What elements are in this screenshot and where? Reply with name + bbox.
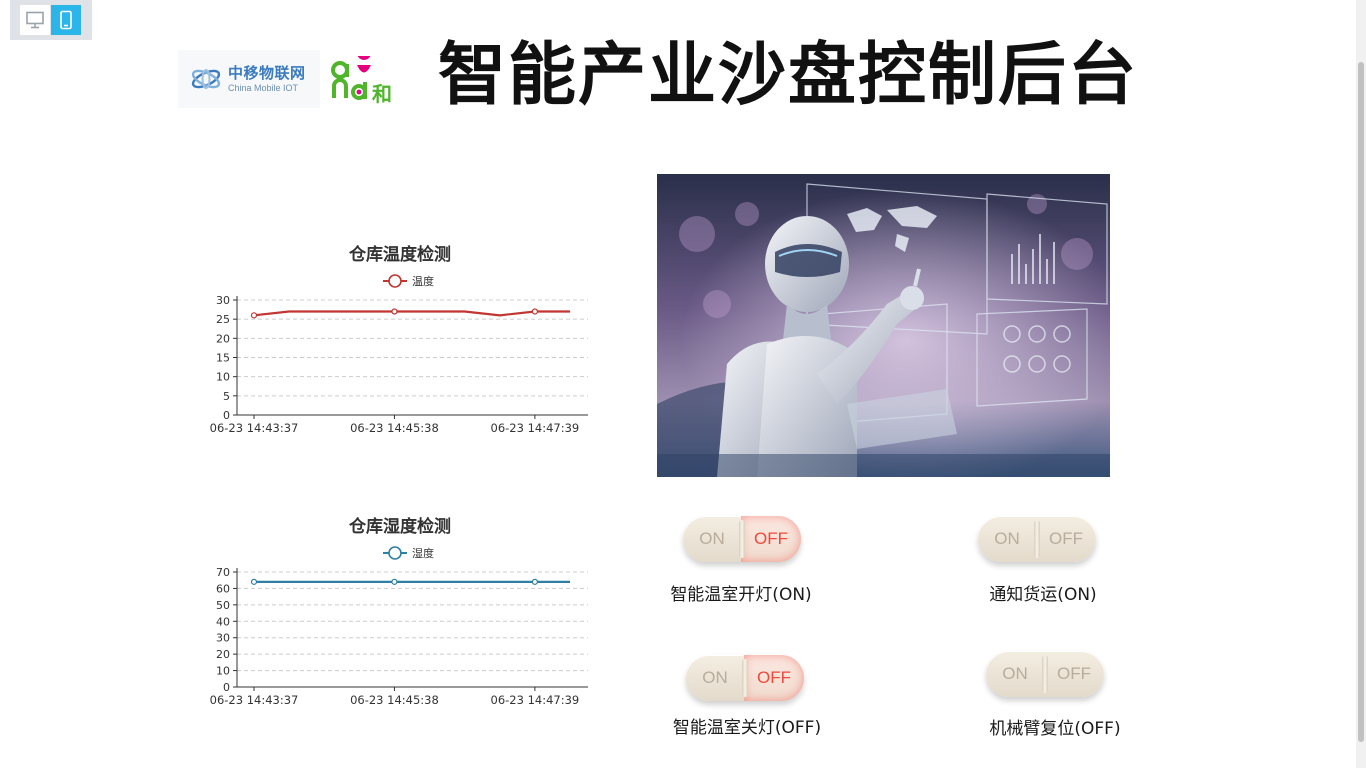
and-he-logo: 和 <box>330 56 408 106</box>
legend-marker <box>388 274 402 288</box>
switch-on-segment[interactable]: ON <box>683 516 741 562</box>
dashboard-page: 中移物联网 China Mobile IOT 和 智能产业沙盘控制后台 仓库温度… <box>0 0 1366 768</box>
y-tick-label: 10 <box>216 665 230 678</box>
switch-on-segment[interactable]: ON <box>986 651 1044 697</box>
monitor-icon <box>26 11 44 29</box>
y-tick-label: 70 <box>216 566 230 579</box>
x-tick-label: 06-23 14:43:37 <box>210 421 299 435</box>
cmiot-swirl-icon <box>191 69 221 89</box>
china-mobile-iot-logo: 中移物联网 China Mobile IOT <box>178 50 320 108</box>
y-tick-label: 20 <box>216 332 230 345</box>
notify-freight-label: 通知货运(ON) <box>989 585 1097 605</box>
x-tick-label: 06-23 14:47:39 <box>491 421 580 435</box>
data-point <box>531 308 538 315</box>
x-tick-label: 06-23 14:47:39 <box>491 693 580 707</box>
y-tick-label: 5 <box>223 390 230 403</box>
switch-off-segment[interactable]: OFF <box>744 655 804 701</box>
chart-title: 仓库温度检测 <box>348 244 451 265</box>
device-view-toggle <box>10 0 92 40</box>
switch-on-segment[interactable]: ON <box>686 655 744 701</box>
humidity-chart: 仓库湿度检测 湿度 0 10 20 30 40 50 60 70 06-23 14:43:37 06-… <box>200 508 600 758</box>
y-tick-label: 40 <box>216 615 230 628</box>
data-point <box>391 308 398 315</box>
x-tick-label: 06-23 14:45:38 <box>350 693 439 707</box>
switch-off-segment[interactable]: OFF <box>1044 651 1104 697</box>
scrollbar-thumb[interactable] <box>1358 62 1364 742</box>
page-scrollbar[interactable] <box>1356 0 1366 768</box>
chart-title: 仓库湿度检测 <box>348 516 451 537</box>
legend-label: 温度 <box>412 274 434 288</box>
data-point <box>250 578 258 585</box>
mobile-view-button[interactable] <box>51 5 81 35</box>
y-tick-label: 30 <box>216 294 230 307</box>
temperature-chart: 仓库温度检测 温度 0 5 10 15 20 25 30 06-23 14:43:37 06-23 … <box>200 236 600 486</box>
y-tick-label: 50 <box>216 599 230 612</box>
data-point <box>531 578 538 585</box>
humidity-chart-svg: 仓库湿度检测湿度01020304050607006-23 14:43:37 06-… <box>210 516 588 707</box>
x-tick-label: 06-23 14:45:38 <box>350 421 439 435</box>
arm-reset-label: 机械臂复位(OFF) <box>989 719 1121 739</box>
y-tick-label: 15 <box>216 352 230 365</box>
y-tick-label: 10 <box>216 371 230 384</box>
y-tick-label: 30 <box>216 632 230 645</box>
robot-hologram-image <box>657 174 1110 477</box>
notify-freight-switch[interactable]: ON OFF <box>978 516 1096 562</box>
x-tick-label: 06-23 14:43:37 <box>210 693 299 707</box>
y-tick-label: 20 <box>216 648 230 661</box>
data-point <box>250 312 258 319</box>
series-line <box>253 310 570 317</box>
page-title: 智能产业沙盘控制后台 <box>438 36 1139 115</box>
switch-off-segment[interactable]: OFF <box>1036 516 1096 562</box>
y-tick-label: 60 <box>216 582 230 595</box>
switch-off-segment[interactable]: OFF <box>741 516 801 562</box>
temperature-chart-svg: 仓库温度检测温度05101520253006-23 14:43:37 06-23 … <box>210 244 588 435</box>
and-logo-he: 和 <box>372 82 392 106</box>
light-off-switch[interactable]: ON OFF <box>686 655 804 701</box>
legend-marker <box>388 546 402 560</box>
desktop-view-button[interactable] <box>20 5 50 35</box>
light-on-switch[interactable]: ON OFF <box>683 516 801 562</box>
data-point <box>391 578 398 585</box>
arm-reset-switch[interactable]: ON OFF <box>986 651 1104 697</box>
phone-icon <box>60 10 72 30</box>
switch-on-segment[interactable]: ON <box>978 516 1036 562</box>
and-logo-mark <box>331 56 371 100</box>
cmiot-logo-en: China Mobile IOT <box>228 82 299 93</box>
light-on-label: 智能温室开灯(ON) <box>670 585 812 605</box>
light-off-label: 智能温室关灯(OFF) <box>672 718 822 738</box>
y-tick-label: 25 <box>216 313 230 326</box>
cmiot-logo-cn: 中移物联网 <box>228 63 306 82</box>
legend-label: 湿度 <box>412 546 434 560</box>
